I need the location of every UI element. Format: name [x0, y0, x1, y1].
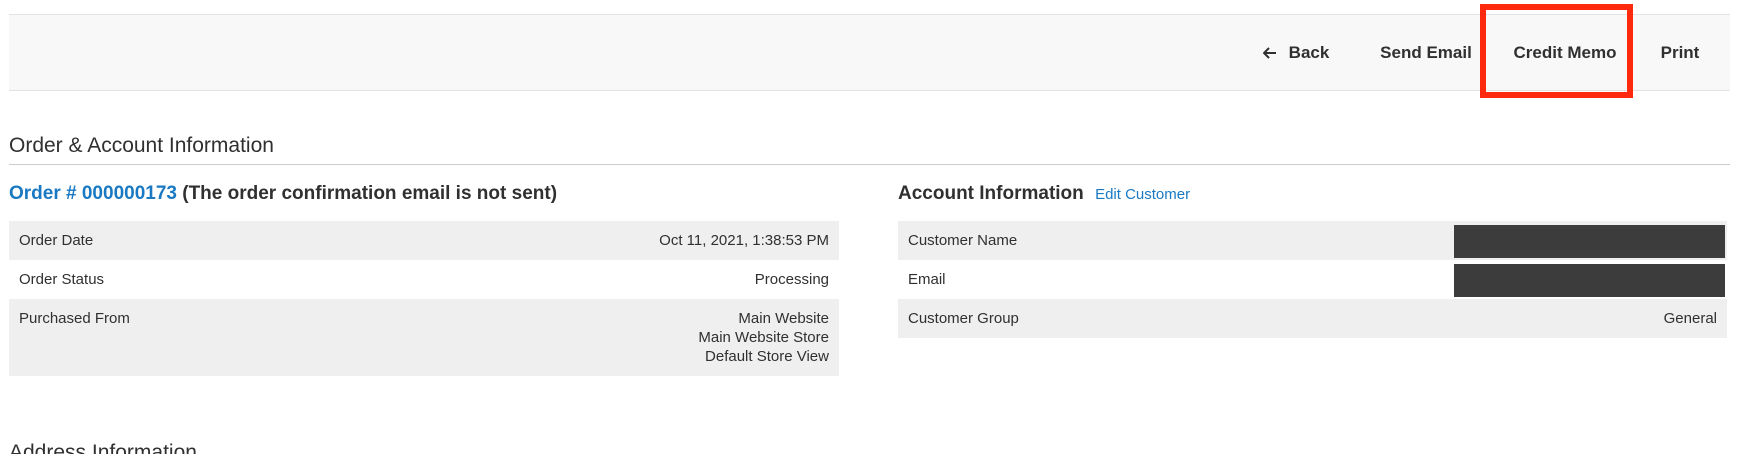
- customer-group-label: Customer Group: [898, 299, 1161, 338]
- redacted-customer-name: [1454, 224, 1725, 258]
- page-actions-toolbar: Back Send Email Credit Memo Print: [9, 14, 1730, 91]
- send-email-button-label: Send Email: [1380, 42, 1472, 62]
- account-information-table: Customer Name Email Customer Group Gener…: [898, 221, 1727, 338]
- table-row: Order Status Processing: [9, 260, 839, 299]
- store-view: Default Store View: [705, 348, 829, 365]
- table-row: Customer Name: [898, 221, 1727, 260]
- back-button-label: Back: [1288, 42, 1330, 62]
- redacted-email: [1454, 263, 1725, 297]
- order-email-note: (The order confirmation email is not sen…: [182, 183, 558, 204]
- store-website: Main Website: [738, 310, 829, 327]
- order-information-table: Order Date Oct 11, 2021, 1:38:53 PM Orde…: [9, 221, 839, 376]
- account-title: Account Information: [898, 183, 1084, 204]
- email-label: Email: [908, 271, 946, 288]
- account-heading: Account Information Edit Customer: [898, 183, 1190, 205]
- order-status-value: Processing: [754, 271, 829, 288]
- order-date-value: Oct 11, 2021, 1:38:53 PM: [347, 221, 839, 260]
- order-heading: Order # 000000173 (The order confirmatio…: [9, 183, 557, 205]
- store-name: Main Website Store: [698, 329, 829, 346]
- section-title: Order & Account Information: [9, 134, 274, 157]
- order-number-link[interactable]: Order # 000000173: [9, 183, 177, 204]
- order-status-label: Order Status: [19, 271, 105, 288]
- edit-customer-link[interactable]: Edit Customer: [1095, 186, 1190, 203]
- customer-name-value: [1160, 221, 1727, 260]
- credit-memo-button[interactable]: Credit Memo: [1496, 15, 1634, 90]
- table-row: Order Date Oct 11, 2021, 1:38:53 PM: [9, 221, 839, 260]
- arrow-left-icon: [1262, 46, 1277, 59]
- table-row: Email: [898, 260, 1727, 299]
- send-email-button[interactable]: Send Email: [1362, 15, 1490, 90]
- address-section-title: Address Information: [9, 441, 197, 454]
- purchased-from-value: Main Website Main Website Store Default …: [347, 299, 839, 376]
- purchased-from-label: Purchased From: [9, 299, 348, 376]
- print-button-label: Print: [1660, 42, 1700, 62]
- section-divider: [9, 164, 1730, 165]
- customer-name-label: Customer Name: [898, 221, 1161, 260]
- table-row: Customer Group General: [898, 299, 1727, 338]
- order-date-label: Order Date: [9, 221, 348, 260]
- customer-group-value: General: [1160, 299, 1727, 338]
- credit-memo-button-label: Credit Memo: [1513, 42, 1617, 62]
- back-button[interactable]: Back: [1252, 15, 1340, 90]
- print-button[interactable]: Print: [1649, 15, 1711, 90]
- table-row: Purchased From Main Website Main Website…: [9, 299, 839, 376]
- email-value: [1160, 260, 1727, 299]
